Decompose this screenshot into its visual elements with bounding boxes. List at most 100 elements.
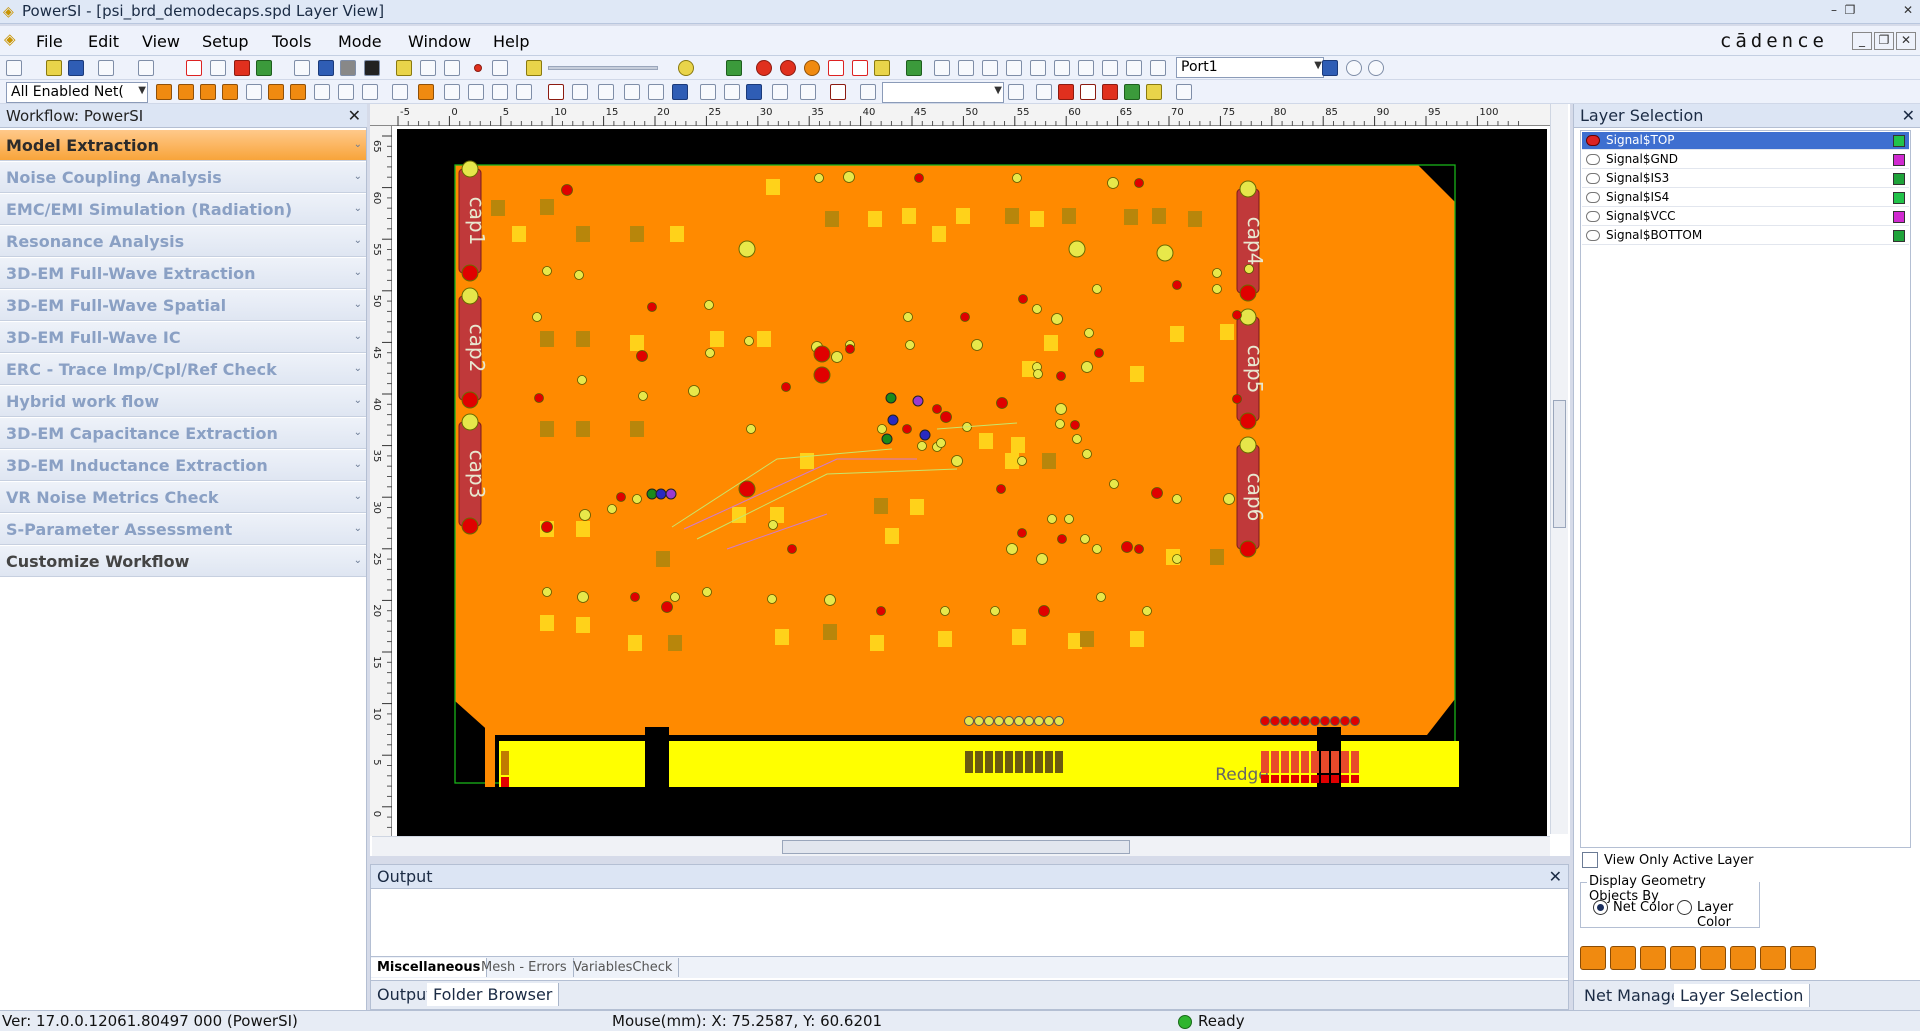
delete-icon[interactable]	[492, 84, 508, 100]
circuit-s-icon[interactable]	[874, 60, 890, 76]
refresh-icon[interactable]	[906, 60, 922, 76]
circuit-l-icon[interactable]	[828, 60, 844, 76]
circuit-g-icon[interactable]	[804, 60, 820, 76]
chevron-down-icon[interactable]: ⌄	[354, 299, 362, 310]
doc-minimize-icon[interactable]: _	[1852, 32, 1872, 50]
eye-icon[interactable]	[1586, 135, 1600, 146]
horizontal-scroll-thumb[interactable]	[782, 840, 1130, 854]
chevron-down-icon[interactable]: ⌄	[354, 427, 362, 438]
horizontal-scrollbar[interactable]	[372, 836, 1550, 856]
tab-folder-browser[interactable]: Folder Browser	[427, 983, 560, 1006]
circuit-r-icon[interactable]	[756, 60, 772, 76]
layer-row[interactable]: Signal$BOTTOM	[1582, 227, 1909, 245]
layer-color-swatch[interactable]	[1893, 211, 1905, 223]
move-icon[interactable]	[468, 84, 484, 100]
zoom-out-icon[interactable]	[958, 60, 974, 76]
ring-tool-icon[interactable]	[1730, 946, 1756, 970]
close-icon[interactable]: ✕	[348, 106, 361, 125]
tab-layer-selection[interactable]: Layer Selection	[1674, 984, 1811, 1007]
eye-icon[interactable]	[1586, 211, 1600, 222]
find-icon[interactable]	[1008, 84, 1024, 100]
chevron-down-icon[interactable]: ⌄	[354, 235, 362, 246]
highlight-icon[interactable]	[1146, 84, 1162, 100]
dot-icon[interactable]	[314, 84, 330, 100]
menu-setup[interactable]: Setup	[202, 32, 249, 51]
workflow-item[interactable]: Model Extraction ⌄	[0, 130, 366, 161]
cut-icon[interactable]	[1080, 84, 1096, 100]
vertical-scrollbar[interactable]	[1550, 104, 1568, 834]
binoculars-icon[interactable]	[860, 84, 876, 100]
workflow-item[interactable]: ERC - Trace Imp/Cpl/Ref Check ⌄	[0, 354, 366, 385]
align-icon[interactable]	[746, 84, 762, 100]
tools-icon[interactable]	[420, 60, 436, 76]
chevron-down-icon[interactable]: ⌄	[354, 331, 362, 342]
vertical-scroll-thumb[interactable]	[1553, 400, 1566, 528]
menu-lines-icon[interactable]	[362, 84, 378, 100]
save-icon[interactable]	[68, 60, 84, 76]
eye-icon[interactable]	[1586, 173, 1600, 184]
wave-tool-icon[interactable]	[1790, 946, 1816, 970]
workflow-item[interactable]: EMC/EMI Simulation (Radiation) ⌄	[0, 194, 366, 225]
rect-icon[interactable]	[624, 84, 640, 100]
zoom-all-icon[interactable]	[1006, 60, 1022, 76]
zoom-select-icon[interactable]	[210, 60, 226, 76]
layer-row[interactable]: Signal$IS3	[1582, 170, 1909, 188]
play-icon[interactable]	[492, 60, 508, 76]
redo-icon[interactable]	[138, 60, 154, 76]
app-menu-icon[interactable]: ◈	[4, 30, 16, 48]
chevron-down-icon[interactable]: ⌄	[354, 363, 362, 374]
zoom-slider[interactable]	[548, 66, 658, 70]
menu-view[interactable]: View	[142, 32, 180, 51]
chip-tool-icon[interactable]	[1760, 946, 1786, 970]
chevron-down-icon[interactable]: ⌄	[354, 267, 362, 278]
view-iso-icon[interactable]	[1150, 60, 1166, 76]
menu-file[interactable]: File	[36, 32, 63, 51]
image-icon[interactable]	[256, 60, 272, 76]
measure-icon[interactable]	[700, 84, 716, 100]
open-file-icon[interactable]	[46, 60, 62, 76]
close-icon[interactable]: ✕	[1902, 106, 1915, 125]
chevron-down-icon[interactable]: ⌄	[354, 523, 362, 534]
search-combo[interactable]: ▼	[882, 82, 1004, 103]
menu-tools[interactable]: Tools	[272, 32, 311, 51]
table-icon[interactable]	[1176, 84, 1192, 100]
tab-mesh-errors[interactable]: Mesh - Errors	[475, 958, 574, 977]
workflow-item[interactable]: VR Noise Metrics Check ⌄	[0, 482, 366, 513]
net-color-radio[interactable]	[1593, 900, 1608, 915]
run-icon[interactable]	[318, 60, 334, 76]
zoom-prev-icon[interactable]	[982, 60, 998, 76]
layer-color-swatch[interactable]	[1893, 192, 1905, 204]
restore-icon[interactable]: ❐	[1840, 3, 1860, 21]
menu-mode[interactable]: Mode	[338, 32, 382, 51]
undo-icon[interactable]	[98, 60, 114, 76]
net-highlight-icon[interactable]	[548, 84, 564, 100]
menu-help[interactable]: Help	[493, 32, 529, 51]
view-side-icon[interactable]	[1102, 60, 1118, 76]
arc-icon[interactable]	[772, 84, 788, 100]
circuit-c-icon[interactable]	[780, 60, 796, 76]
zoom-fit-icon[interactable]	[526, 60, 542, 76]
layer-color-radio[interactable]	[1677, 900, 1692, 915]
workflow-item[interactable]: Customize Workflow ⌄	[0, 546, 366, 577]
bend-tool-icon[interactable]	[1610, 946, 1636, 970]
palette-icon[interactable]	[678, 60, 694, 76]
layer-color-swatch[interactable]	[1893, 173, 1905, 185]
chevron-down-icon[interactable]: ⌄	[354, 555, 362, 566]
bend-icon[interactable]	[200, 84, 216, 100]
workflow-item[interactable]: 3D-EM Full-Wave Spatial ⌄	[0, 290, 366, 321]
stack-icon[interactable]	[290, 84, 306, 100]
pin-icon[interactable]	[800, 84, 816, 100]
close-icon[interactable]: ✕	[1549, 867, 1562, 886]
eye-icon[interactable]	[1586, 230, 1600, 241]
doc-close-icon[interactable]: ✕	[1896, 32, 1916, 50]
layer-row[interactable]: Signal$IS4	[1582, 189, 1909, 207]
pan-icon[interactable]	[1030, 60, 1046, 76]
tab-miscellaneous[interactable]: Miscellaneous	[371, 958, 488, 977]
record-icon[interactable]	[474, 64, 482, 72]
pause-icon[interactable]	[294, 60, 310, 76]
line-icon[interactable]	[178, 84, 194, 100]
layer-color-swatch[interactable]	[1893, 154, 1905, 166]
stop-sim-icon[interactable]	[340, 60, 356, 76]
eye-icon[interactable]	[1586, 192, 1600, 203]
port-combo[interactable]: Port1 ▼	[1176, 57, 1324, 78]
